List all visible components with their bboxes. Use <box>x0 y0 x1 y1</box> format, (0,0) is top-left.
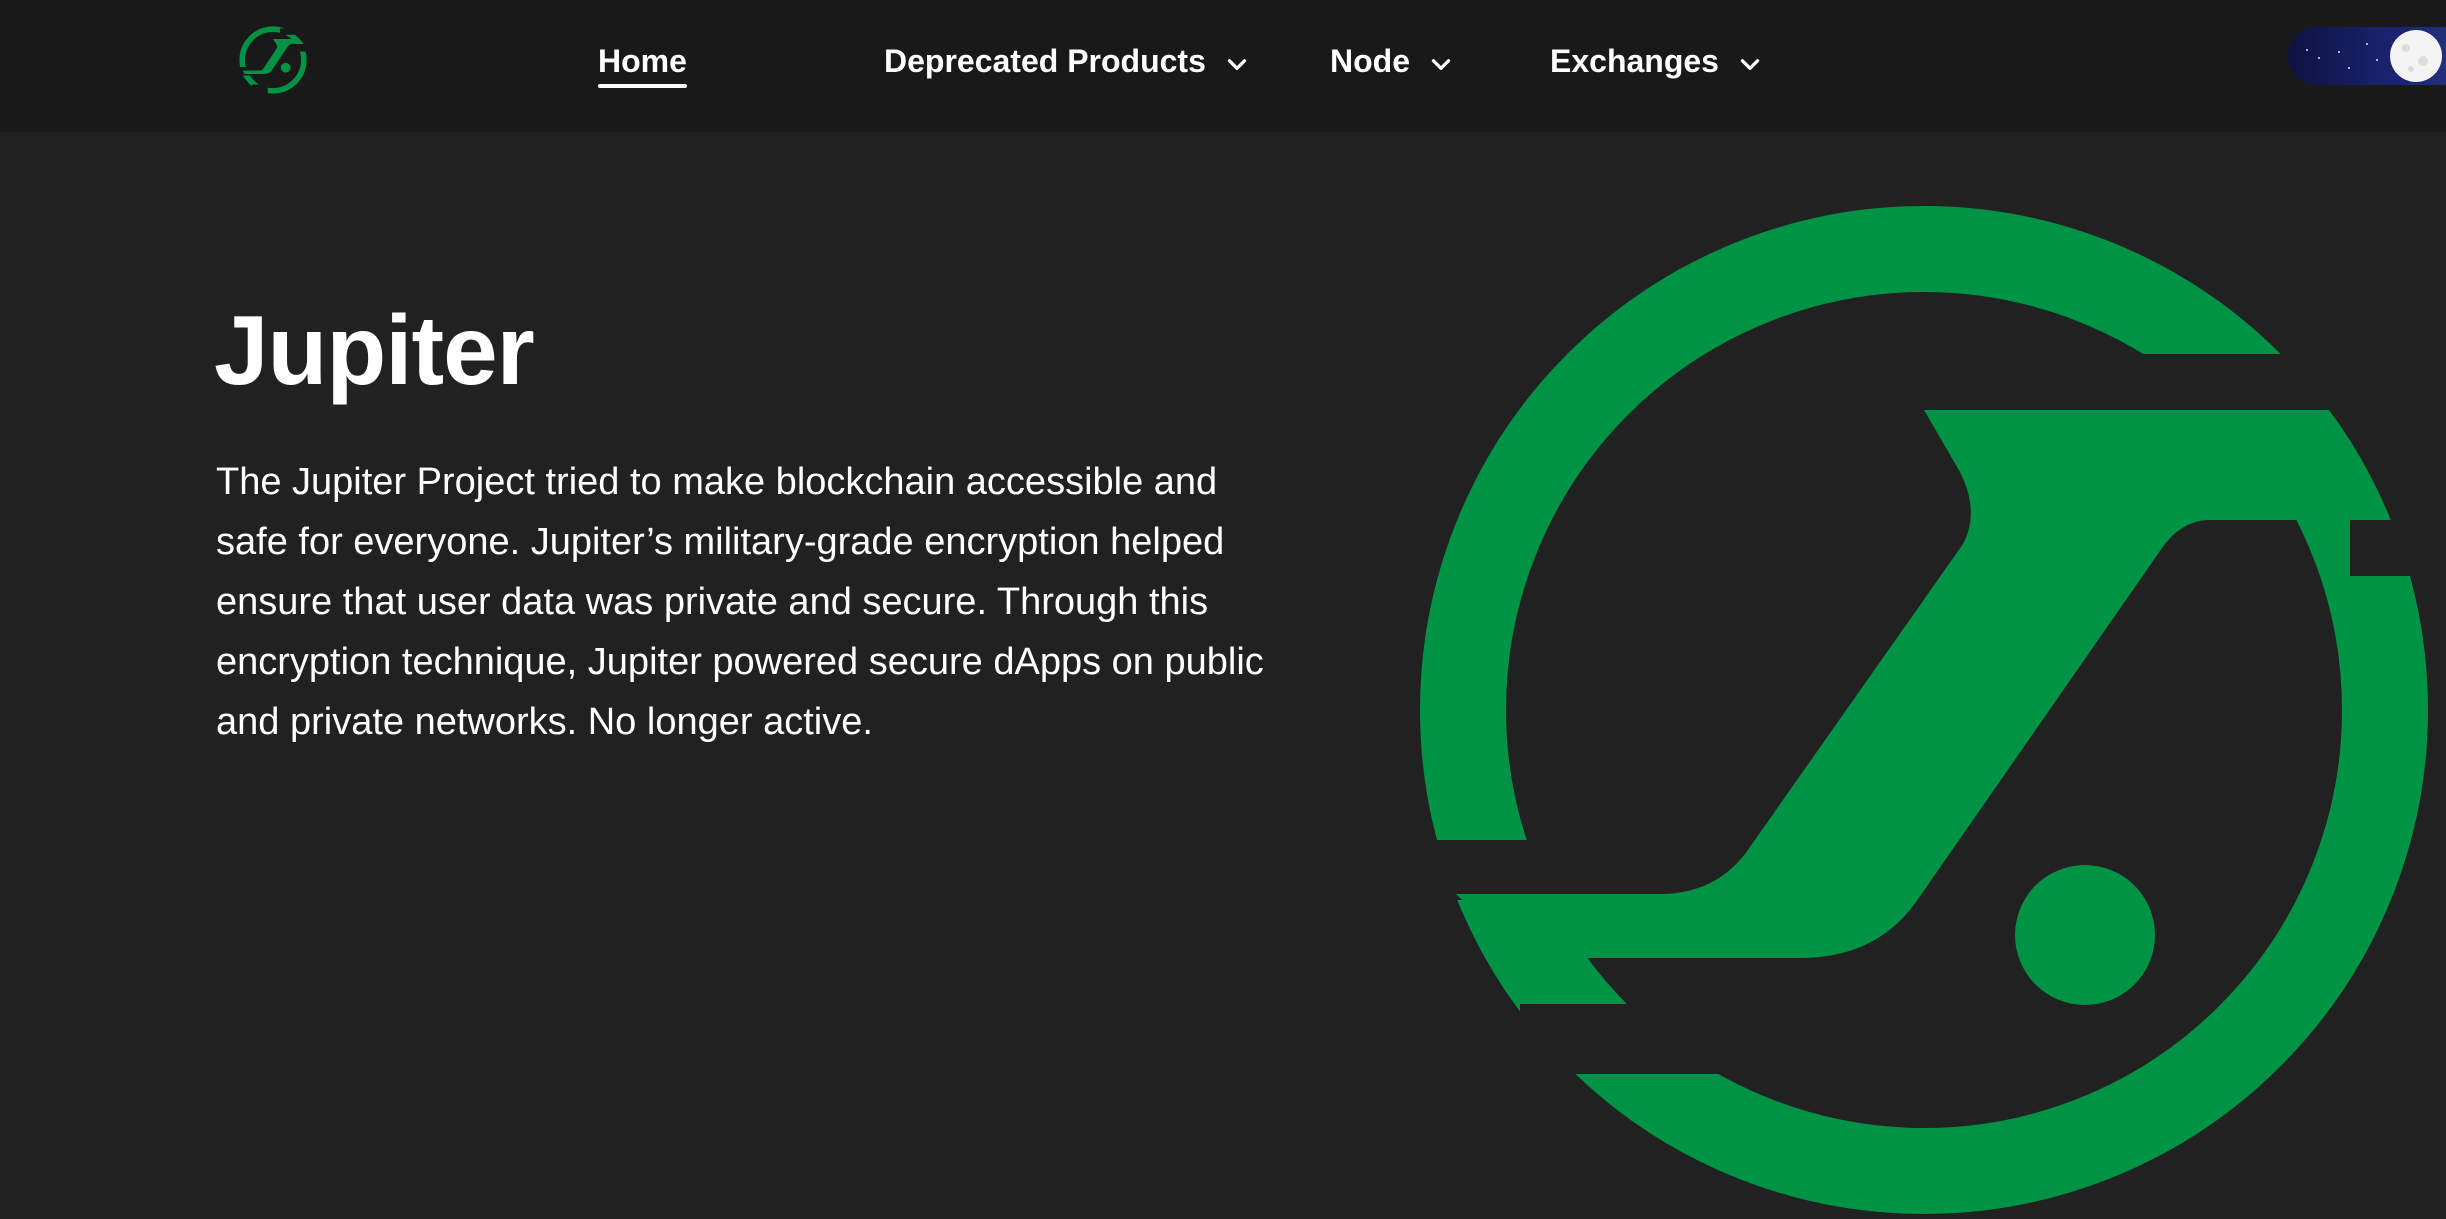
nav-item-node[interactable]: Node <box>1330 36 1454 86</box>
theme-toggle[interactable] <box>2288 27 2446 85</box>
star-icon <box>2348 67 2350 69</box>
nav-item-exchanges-label: Exchanges <box>1550 42 1719 79</box>
navbar: Home Deprecated Products Node Exchanges <box>0 0 2446 132</box>
jupiter-logo-icon[interactable] <box>238 25 308 95</box>
nav-item-exchanges[interactable]: Exchanges <box>1550 36 1763 86</box>
page-title: Jupiter <box>214 295 535 405</box>
chevron-down-icon <box>1428 48 1454 74</box>
jupiter-logo-icon <box>1420 204 2430 1214</box>
hero-description: The Jupiter Project tried to make blockc… <box>216 461 1264 743</box>
star-icon <box>2338 51 2340 53</box>
star-icon <box>2366 43 2368 45</box>
star-icon <box>2376 59 2378 61</box>
chevron-down-icon <box>1737 48 1763 74</box>
nav-item-home[interactable]: Home <box>598 36 687 88</box>
active-underline <box>598 84 687 88</box>
nav-item-deprecated-products-label: Deprecated Products <box>884 42 1206 79</box>
nav-item-deprecated-products[interactable]: Deprecated Products <box>884 36 1250 86</box>
nav-item-home-label: Home <box>598 42 687 79</box>
star-icon <box>2306 49 2308 51</box>
star-icon <box>2318 57 2320 59</box>
moon-icon <box>2390 30 2442 82</box>
nav-item-node-label: Node <box>1330 42 1410 79</box>
chevron-down-icon <box>1224 48 1250 74</box>
